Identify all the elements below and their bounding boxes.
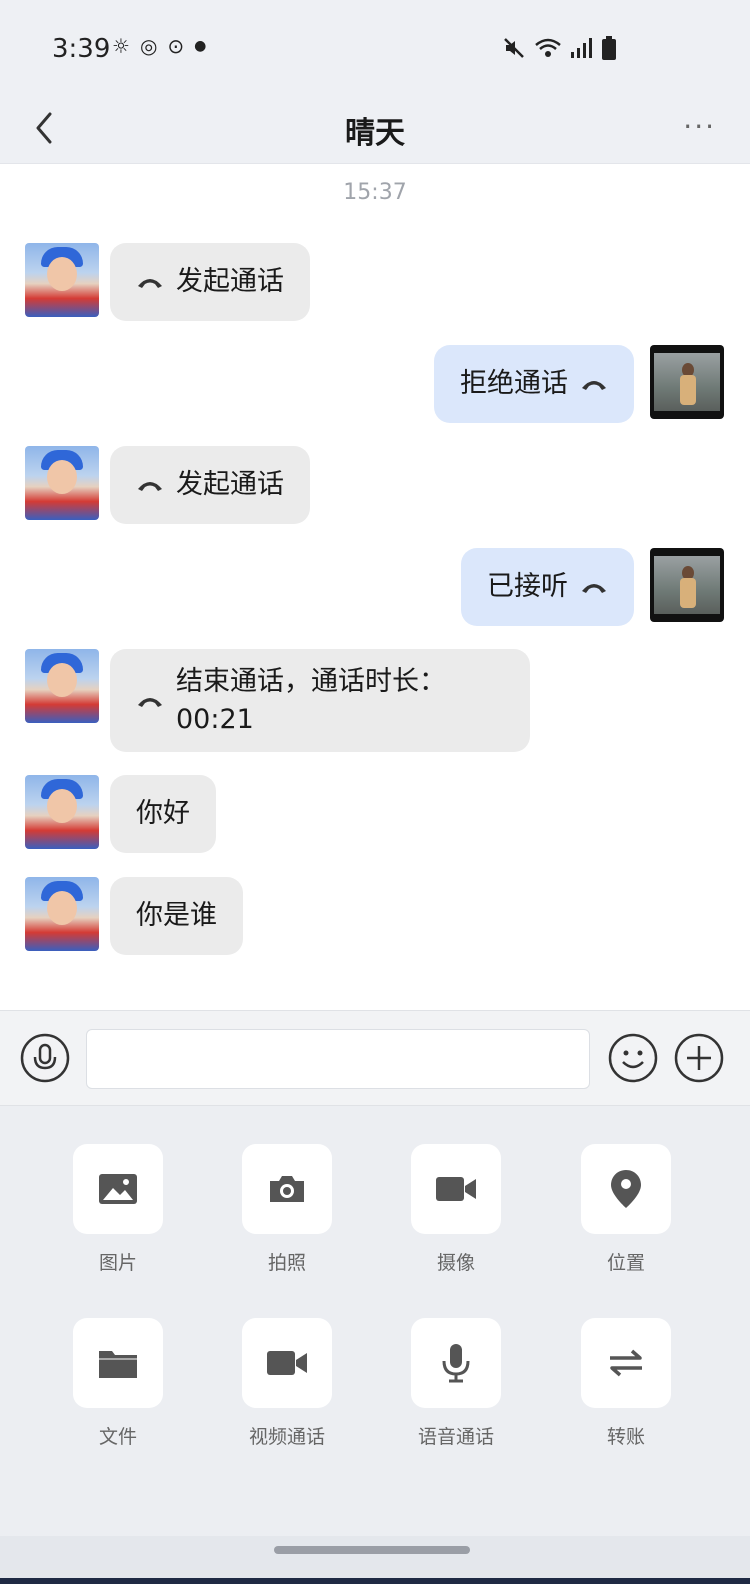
message-text: 已接听	[487, 571, 568, 602]
tool-voice-call[interactable]: 语音通话	[396, 1318, 516, 1449]
home-indicator[interactable]	[274, 1546, 470, 1554]
phone-icon	[582, 381, 606, 390]
contact-avatar[interactable]	[25, 775, 99, 849]
location-icon: ⊙	[167, 34, 185, 58]
sync-icon: ◎	[139, 34, 158, 58]
tool-transfer[interactable]: 转账	[566, 1318, 686, 1449]
weather-icon: ☼	[112, 34, 130, 58]
message-text: 发起通话	[176, 266, 284, 297]
image-icon	[99, 1174, 137, 1204]
wifi-icon	[535, 38, 561, 57]
mute-icon	[504, 38, 524, 58]
phone-icon	[138, 279, 162, 288]
message-bubble[interactable]: 发起通话	[110, 446, 310, 524]
contact-avatar[interactable]	[25, 877, 99, 951]
message-text-block: 结束通话，通话时长： 00:21	[176, 663, 446, 739]
message-bubble[interactable]: 你是谁	[110, 877, 243, 955]
message-text: 你好	[136, 798, 190, 829]
message-bubble[interactable]: 你好	[110, 775, 216, 853]
tool-video-call[interactable]: 视频通话	[227, 1318, 347, 1449]
tool-image[interactable]: 图片	[58, 1144, 178, 1275]
status-bar: 3:39 ☼ ◎ ⊙ ●	[0, 0, 750, 96]
chat-area[interactable]: 15:37 发起通话 拒绝通话 发起通话 已接听 结束通话，通话时长： 00:2…	[0, 164, 750, 1020]
tool-location[interactable]: 位置	[566, 1144, 686, 1275]
location-pin-icon	[611, 1170, 641, 1208]
tool-label: 图片	[98, 1252, 137, 1274]
contact-avatar[interactable]	[25, 446, 99, 520]
tool-camera[interactable]: 拍照	[227, 1144, 347, 1275]
status-left-icons: ☼ ◎ ⊙ ●	[112, 34, 206, 58]
dot-icon: ●	[194, 38, 207, 54]
tool-label: 视频通话	[248, 1426, 325, 1448]
folder-icon	[99, 1351, 137, 1378]
signal-icon	[571, 38, 592, 58]
video-icon	[436, 1177, 476, 1201]
microphone-icon	[442, 1344, 470, 1383]
phone-icon	[138, 697, 162, 707]
call-duration: 00:21	[176, 703, 254, 735]
message-input[interactable]	[86, 1029, 590, 1089]
user-avatar[interactable]	[650, 345, 724, 419]
tool-file[interactable]: 文件	[58, 1318, 178, 1449]
nav-bar: 晴天 ···	[0, 96, 750, 164]
tool-label: 摄像	[436, 1252, 475, 1274]
message-text: 发起通话	[176, 469, 284, 500]
contact-avatar[interactable]	[25, 649, 99, 723]
tool-label: 位置	[606, 1252, 645, 1274]
navigation-bar	[0, 1536, 750, 1584]
phone-icon	[582, 584, 606, 593]
message-bubble[interactable]: 结束通话，通话时长： 00:21	[110, 649, 530, 752]
tool-panel: 图片 拍照 摄像 位置 文件 视频通话 语音通话 转账	[0, 1106, 750, 1536]
contact-avatar[interactable]	[25, 243, 99, 317]
tool-label: 拍照	[267, 1252, 306, 1274]
phone-icon	[138, 482, 162, 491]
input-bar	[0, 1010, 750, 1106]
plus-icon[interactable]	[674, 1033, 724, 1083]
emoji-icon[interactable]	[608, 1033, 658, 1083]
more-options-button[interactable]: ···	[683, 110, 716, 143]
tool-label: 转账	[606, 1426, 645, 1448]
message-text: 结束通话，通话时长：	[176, 665, 446, 697]
message-bubble[interactable]: 发起通话	[110, 243, 310, 321]
voice-input-icon[interactable]	[20, 1033, 70, 1083]
camera-icon	[270, 1176, 304, 1202]
transfer-icon	[610, 1349, 642, 1377]
tool-label: 语音通话	[417, 1426, 494, 1448]
message-text: 你是谁	[136, 900, 217, 931]
tool-video[interactable]: 摄像	[396, 1144, 516, 1275]
message-bubble[interactable]: 已接听	[461, 548, 634, 626]
status-right-icons	[502, 36, 616, 60]
battery-icon	[602, 36, 616, 60]
status-time: 3:39	[52, 34, 111, 64]
chat-timestamp: 15:37	[343, 180, 407, 205]
video-call-icon	[267, 1351, 307, 1375]
bottom-edge	[0, 1578, 750, 1584]
message-bubble[interactable]: 拒绝通话	[434, 345, 634, 423]
message-text: 拒绝通话	[460, 368, 568, 399]
page-title: 晴天	[345, 116, 405, 151]
tool-label: 文件	[98, 1426, 137, 1448]
user-avatar[interactable]	[650, 548, 724, 622]
